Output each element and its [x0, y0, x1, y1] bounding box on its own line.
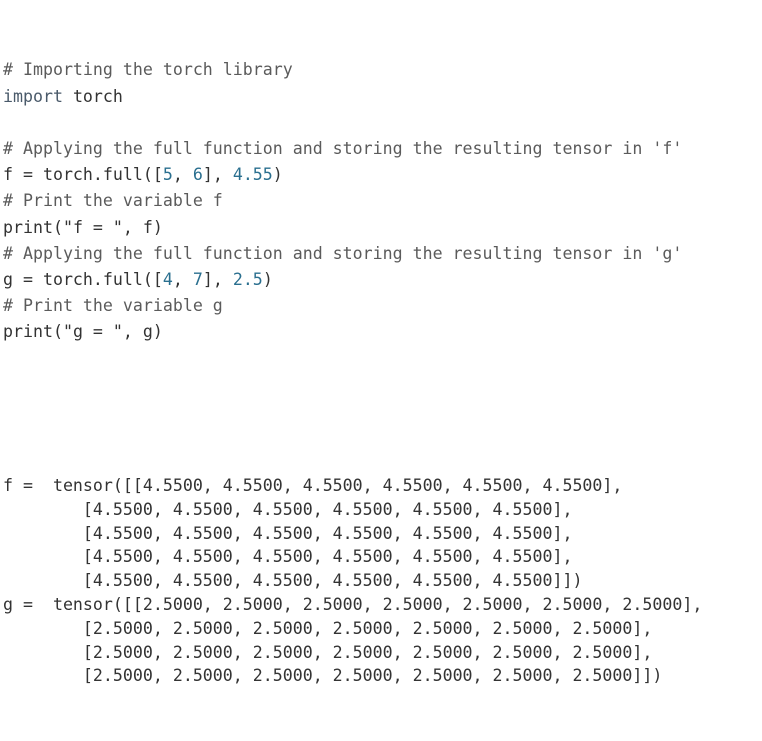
code-token: )	[272, 165, 283, 185]
code-token: ],	[202, 269, 233, 289]
code-token: g = torch.full([	[3, 269, 163, 289]
code-token: import	[3, 86, 63, 106]
code-statement-line: import torch	[3, 84, 702, 110]
code-statement-line: f = torch.full([5, 6], 4.55)	[3, 162, 702, 188]
comment-text: # Applying the full function and storing…	[3, 243, 683, 263]
output-line: f = tensor([[4.5500, 4.5500, 4.5500, 4.5…	[3, 476, 623, 496]
output-line: [4.5500, 4.5500, 4.5500, 4.5500, 4.5500,…	[3, 571, 583, 591]
code-token: , g)	[122, 322, 163, 342]
code-token: "g = "	[62, 322, 123, 342]
program-output: f = tensor([[4.5500, 4.5500, 4.5500, 4.5…	[3, 474, 702, 688]
code-token: print(	[3, 217, 63, 237]
code-comment-line: # Print the variable f	[3, 188, 702, 214]
code-statement-line: print("f = ", f)	[3, 215, 702, 241]
code-token: 4.55	[232, 165, 273, 185]
output-line: [2.5000, 2.5000, 2.5000, 2.5000, 2.5000,…	[3, 666, 663, 686]
output-line: [2.5000, 2.5000, 2.5000, 2.5000, 2.5000,…	[3, 618, 653, 638]
output-line: [4.5500, 4.5500, 4.5500, 4.5500, 4.5500,…	[3, 547, 573, 567]
code-statement-line: print("g = ", g)	[3, 319, 702, 345]
code-token: torch	[62, 86, 123, 106]
code-comment-line: # Applying the full function and storing…	[3, 241, 702, 267]
code-token: ,	[172, 269, 193, 289]
comment-text: # Print the variable g	[3, 296, 223, 316]
code-comment-line: # Importing the torch library	[3, 57, 702, 83]
source-code: # Importing the torch library import torc…	[3, 57, 702, 345]
code-token: "f = "	[62, 217, 123, 237]
code-token: ],	[202, 165, 233, 185]
output-line: [2.5000, 2.5000, 2.5000, 2.5000, 2.5000,…	[3, 642, 653, 662]
code-statement-line: g = torch.full([4, 7], 2.5)	[3, 267, 702, 293]
code-token: print(	[3, 322, 63, 342]
code-token: 2.5	[232, 269, 263, 289]
code-token: 7	[192, 269, 203, 289]
code-token: 6	[192, 165, 203, 185]
output-line: [4.5500, 4.5500, 4.5500, 4.5500, 4.5500,…	[3, 523, 573, 543]
output-line: [4.5500, 4.5500, 4.5500, 4.5500, 4.5500,…	[3, 499, 573, 519]
code-token: f = torch.full([	[3, 165, 163, 185]
comment-text: # Print the variable f	[3, 191, 223, 211]
code-token: )	[262, 269, 273, 289]
code-comment-line: # Print the variable g	[3, 293, 702, 319]
code-comment-line: # Applying the full function and storing…	[3, 136, 702, 162]
code-token: , f)	[122, 217, 163, 237]
blank-separator	[3, 398, 702, 422]
code-output-page: # Importing the torch library import torc…	[0, 0, 762, 685]
comment-text: # Importing the torch library	[3, 60, 293, 80]
code-block: # Importing the torch library import torc…	[3, 5, 702, 741]
code-token: 5	[162, 165, 173, 185]
code-token: 4	[162, 269, 173, 289]
code-token: ,	[172, 165, 193, 185]
output-line: g = tensor([[2.5000, 2.5000, 2.5000, 2.5…	[3, 595, 703, 615]
comment-text: # Applying the full function and storing…	[3, 138, 683, 158]
